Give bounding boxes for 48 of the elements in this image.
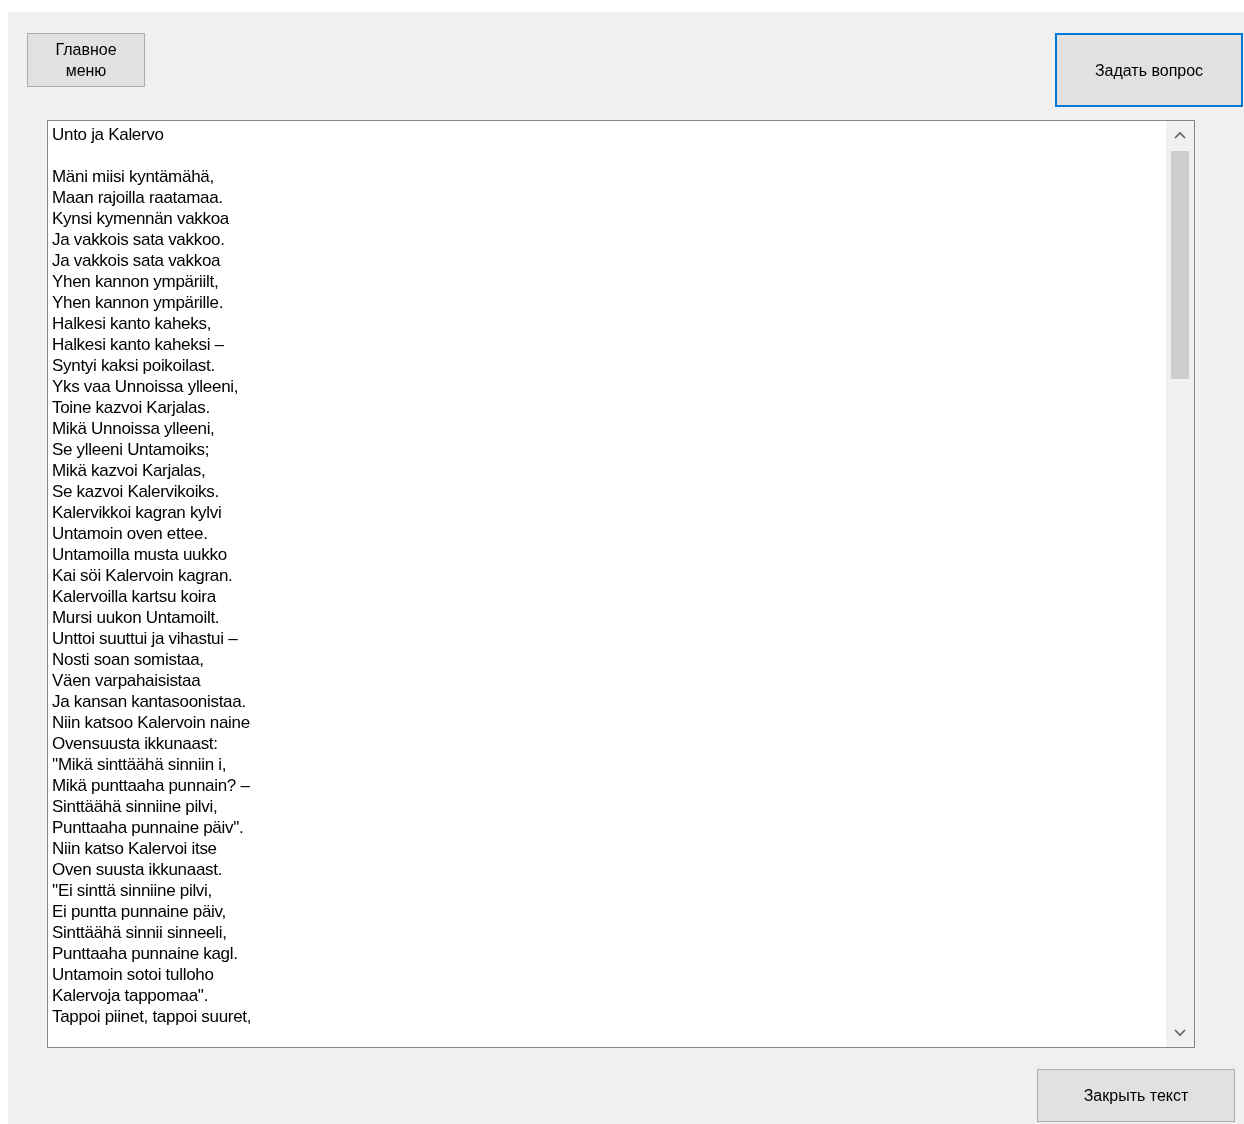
poem-line: Unttoi suuttui ja vihastui –	[52, 628, 238, 649]
scrollbar[interactable]	[1166, 121, 1194, 1047]
poem-line: Kalervoja tappomaa''.	[52, 985, 209, 1006]
poem-line: Syntyi kaksi poikoilast.	[52, 355, 215, 376]
ask-question-button[interactable]: Задать вопрос	[1055, 33, 1243, 107]
poem-line: Kalervoilla kartsu koira	[52, 586, 216, 607]
poem-line: Kynsi kymennän vakkoa	[52, 208, 229, 229]
poem-line: Ja kansan kantasoonistaa.	[52, 691, 246, 712]
poem-line: Kai söi Kalervoin kagran.	[52, 565, 233, 586]
poem-line: Sinttäähä sinniine pilvi,	[52, 796, 218, 817]
text-box[interactable]	[47, 120, 1195, 1048]
poem-line: Se ylleeni Untamoiks;	[52, 439, 210, 460]
main-menu-button[interactable]: Главное меню	[27, 33, 145, 87]
poem-line: Nosti soan somistaa,	[52, 649, 204, 670]
close-text-button[interactable]: Закрыть текст	[1037, 1069, 1235, 1122]
poem-line: ''Mikä sinttäähä sinniin i,	[52, 754, 227, 775]
poem-line: Mäni miisi kyntämähä,	[52, 166, 214, 187]
poem-line: Kalervikkoi kagran kylvi	[52, 502, 222, 523]
poem-line: Yhen kannon ympärille.	[52, 292, 224, 313]
poem-line: Untamoilla musta uukko	[52, 544, 227, 565]
poem-line: Mikä punttaaha punnain? –	[52, 775, 250, 796]
poem-line: Punttaaha punnaine päiv''.	[52, 817, 244, 838]
scrollbar-thumb[interactable]	[1171, 151, 1189, 379]
poem-line: ''Ei sinttä sinniine pilvi,	[52, 880, 212, 901]
poem-line: Mikä Unnoissa ylleeni,	[52, 418, 215, 439]
poem-line: Tappoi piinet, tappoi suuret,	[52, 1006, 252, 1027]
poem-line: Ja vakkois sata vakkoo.	[52, 229, 225, 250]
poem-line: Niin katso Kalervoi itse	[52, 838, 217, 859]
poem-line: Halkesi kanto kaheks,	[52, 313, 212, 334]
poem-line: Untamoin oven ettee.	[52, 523, 208, 544]
poem-line: Toine kazvoi Karjalas.	[52, 397, 210, 418]
poem-line: Ja vakkois sata vakkoa	[52, 250, 221, 271]
poem-line: Yhen kannon ympäriilt,	[52, 271, 219, 292]
poem-line: Sinttäähä sinnii sinneeli,	[52, 922, 227, 943]
poem-line: Väen varpahaisistaa	[52, 670, 201, 691]
poem-line: Ei puntta punnaine päiv,	[52, 901, 226, 922]
poem-line: Mikä kazvoi Karjalas,	[52, 460, 206, 481]
poem-line: Yks vaa Unnoissa ylleeni,	[52, 376, 239, 397]
poem-line: Halkesi kanto kaheksi –	[52, 334, 224, 355]
poem-line: Punttaaha punnaine kagl.	[52, 943, 238, 964]
poem-line: Niin katsoo Kalervoin naine	[52, 712, 250, 733]
poem-line: Oven suusta ikkunaast.	[52, 859, 223, 880]
poem-title: Unto ja Kalervo	[52, 124, 164, 145]
poem-line: Se kazvoi Kalervikoiks.	[52, 481, 219, 502]
poem-line: Untamoin sotoi tulloho	[52, 964, 214, 985]
poem-line: Mursi uukon Untamoilt.	[52, 607, 220, 628]
poem-line: Maan rajoilla raatamaa.	[52, 187, 223, 208]
poem-line: Ovensuusta ikkunaast:	[52, 733, 218, 754]
